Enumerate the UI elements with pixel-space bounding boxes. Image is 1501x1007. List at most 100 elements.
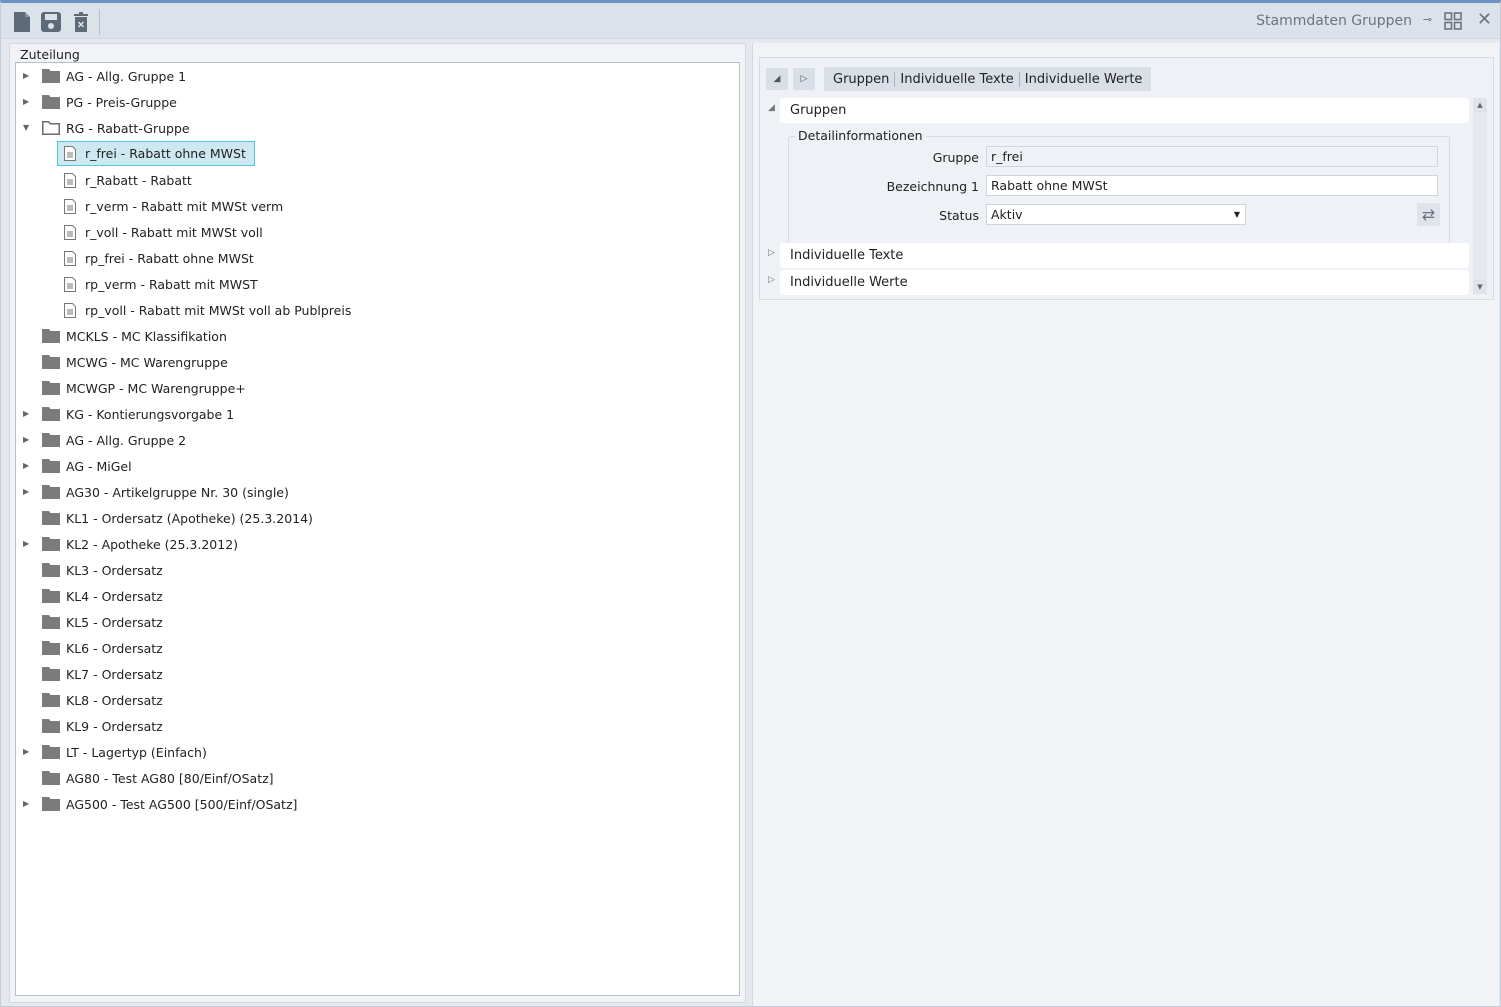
- folder-icon: [42, 511, 60, 525]
- tree-item[interactable]: KL5 - Ordersatz: [42, 610, 163, 634]
- tree-item[interactable]: LT - Lagertyp (Einfach): [42, 740, 207, 764]
- tree-item-label: AG - Allg. Gruppe 2: [66, 432, 187, 448]
- tree-item[interactable]: KG - Kontierungsvorgabe 1: [42, 402, 234, 426]
- bezeichnung-input[interactable]: Rabatt ohne MWSt: [986, 175, 1438, 196]
- pin-icon[interactable]: ⊸: [1423, 13, 1432, 26]
- nav-next-button[interactable]: ▷: [793, 68, 815, 90]
- collapse-arrow-icon[interactable]: ◢: [768, 103, 775, 113]
- expand-arrow-icon[interactable]: ▷: [768, 248, 775, 258]
- tree-item-label: KL5 - Ordersatz: [66, 614, 163, 630]
- folder-icon: [42, 381, 60, 395]
- tree-item[interactable]: AG80 - Test AG80 [80/Einf/OSatz]: [42, 766, 274, 790]
- tree-item[interactable]: r_Rabatt - Rabatt: [64, 168, 192, 192]
- toolbar: Stammdaten Gruppen ⊸ ✕: [1, 3, 1500, 39]
- tree-item-label: rp_frei - Rabatt ohne MWSt: [85, 250, 254, 266]
- status-select[interactable]: Aktiv ▼: [986, 204, 1246, 225]
- tree-item[interactable]: r_frei - Rabatt ohne MWSt: [57, 141, 255, 166]
- tree-item[interactable]: MCWG - MC Warengruppe: [42, 350, 228, 374]
- section-werte-header[interactable]: Individuelle Werte: [780, 270, 1469, 295]
- tree-item[interactable]: MCWGP - MC Warengruppe+: [42, 376, 246, 400]
- tree-item-label: r_frei - Rabatt ohne MWSt: [85, 146, 246, 161]
- tree-item[interactable]: KL3 - Ordersatz: [42, 558, 163, 582]
- expand-toggle-icon[interactable]: ▶: [23, 436, 31, 444]
- tree-item[interactable]: KL2 - Apotheke (25.3.2012): [42, 532, 238, 556]
- tree-item[interactable]: r_voll - Rabatt mit MWSt voll: [64, 220, 263, 244]
- scroll-up-button[interactable]: ▲: [1473, 98, 1487, 112]
- tree-item[interactable]: AG30 - Artikelgruppe Nr. 30 (single): [42, 480, 289, 504]
- expand-toggle-icon[interactable]: ▶: [23, 462, 31, 470]
- tree-item[interactable]: KL6 - Ordersatz: [42, 636, 163, 660]
- expand-toggle-icon[interactable]: ▶: [23, 72, 31, 80]
- window-title: Stammdaten Gruppen: [1256, 13, 1412, 29]
- folder-icon: [42, 563, 60, 577]
- close-icon[interactable]: ✕: [1477, 9, 1492, 30]
- document-icon: [64, 250, 76, 266]
- tree-item[interactable]: AG - Allg. Gruppe 2: [42, 428, 186, 452]
- tree-item-label: KL4 - Ordersatz: [66, 588, 163, 604]
- tree-item-label: KL6 - Ordersatz: [66, 640, 163, 656]
- tab-individuelle-werte[interactable]: Individuelle Werte: [1018, 71, 1148, 87]
- scroll-down-button[interactable]: ▼: [1473, 280, 1487, 294]
- tree-item[interactable]: rp_verm - Rabatt mit MWST: [64, 272, 258, 296]
- tree-item[interactable]: KL1 - Ordersatz (Apotheke) (25.3.2014): [42, 506, 313, 530]
- detail-container: ◢ ▷ Gruppen Individuelle Texte Individue…: [759, 57, 1494, 300]
- tree-item[interactable]: AG - MiGel: [42, 454, 132, 478]
- expand-toggle-icon[interactable]: ▶: [23, 488, 31, 496]
- tree-item[interactable]: KL7 - Ordersatz: [42, 662, 163, 686]
- tree-item[interactable]: KL9 - Ordersatz: [42, 714, 163, 738]
- nav-prev-button[interactable]: ◢: [766, 68, 788, 90]
- expand-arrow-icon[interactable]: ▷: [768, 275, 775, 285]
- tab-individuelle-texte[interactable]: Individuelle Texte: [894, 71, 1018, 87]
- folder-icon: [42, 771, 60, 785]
- section-texte-header[interactable]: Individuelle Texte: [780, 243, 1469, 268]
- tree-item-label: KL2 - Apotheke (25.3.2012): [66, 536, 239, 552]
- expand-toggle-icon[interactable]: ▶: [23, 98, 31, 106]
- expand-toggle-icon[interactable]: ▶: [23, 748, 31, 756]
- tree-item-label: KL8 - Ordersatz: [66, 692, 163, 708]
- toolbar-separator: [99, 9, 100, 35]
- tree-item[interactable]: AG500 - Test AG500 [500/Einf/OSatz]: [42, 792, 297, 816]
- tree-item[interactable]: KL4 - Ordersatz: [42, 584, 163, 608]
- save-icon[interactable]: [40, 11, 62, 33]
- tree-item[interactable]: AG - Allg. Gruppe 1: [42, 64, 186, 88]
- tree-item-label: KL1 - Ordersatz (Apotheke) (25.3.2014): [66, 510, 313, 526]
- tree-item-label: AG - Allg. Gruppe 1: [66, 68, 187, 84]
- section-gruppen-header[interactable]: Gruppen: [780, 98, 1469, 123]
- tree-item[interactable]: RG - Rabatt-Gruppe: [42, 116, 190, 140]
- tree-item[interactable]: rp_frei - Rabatt ohne MWSt: [64, 246, 254, 270]
- tree-item-label: MCWGP - MC Warengruppe+: [66, 380, 246, 396]
- tree-item-label: rp_verm - Rabatt mit MWST: [85, 276, 258, 292]
- document-icon: [64, 146, 76, 161]
- tree-item[interactable]: rp_voll - Rabatt mit MWSt voll ab Publpr…: [64, 298, 351, 322]
- tree-item[interactable]: PG - Preis-Gruppe: [42, 90, 177, 114]
- tab-gruppen[interactable]: Gruppen: [828, 72, 894, 87]
- tree-item-label: MCWG - MC Warengruppe: [66, 354, 228, 370]
- tree-item[interactable]: r_verm - Rabatt mit MWSt verm: [64, 194, 283, 218]
- folder-icon: [42, 589, 60, 603]
- folder-icon: [42, 433, 60, 447]
- new-document-icon[interactable]: [11, 11, 33, 33]
- folder-icon: [42, 667, 60, 681]
- swap-icon[interactable]: ⇄: [1417, 203, 1440, 226]
- tree-item[interactable]: KL8 - Ordersatz: [42, 688, 163, 712]
- tree-item-label: r_voll - Rabatt mit MWSt voll: [85, 224, 263, 240]
- collapse-toggle-icon[interactable]: ▼: [23, 124, 31, 132]
- detail-panel: ◢ ▷ Gruppen Individuelle Texte Individue…: [752, 43, 1499, 1006]
- layout-grid-icon[interactable]: [1444, 12, 1462, 30]
- folder-icon: [42, 719, 60, 733]
- folder-icon: [42, 693, 60, 707]
- document-icon: [64, 172, 76, 188]
- folder-open-icon: [42, 121, 60, 135]
- document-icon: [64, 224, 76, 240]
- chevron-down-icon: ▼: [1233, 210, 1240, 219]
- folder-icon: [42, 407, 60, 421]
- tree-item-label: KL3 - Ordersatz: [66, 562, 163, 578]
- folder-icon: [42, 641, 60, 655]
- tree-item[interactable]: MCKLS - MC Klassifikation: [42, 324, 227, 348]
- expand-toggle-icon[interactable]: ▶: [23, 410, 31, 418]
- expand-toggle-icon[interactable]: ▶: [23, 800, 31, 808]
- delete-icon[interactable]: [71, 11, 93, 33]
- scrollbar[interactable]: ▲ ▼: [1473, 98, 1487, 294]
- tree-item-label: PG - Preis-Gruppe: [66, 94, 177, 110]
- expand-toggle-icon[interactable]: ▶: [23, 540, 31, 548]
